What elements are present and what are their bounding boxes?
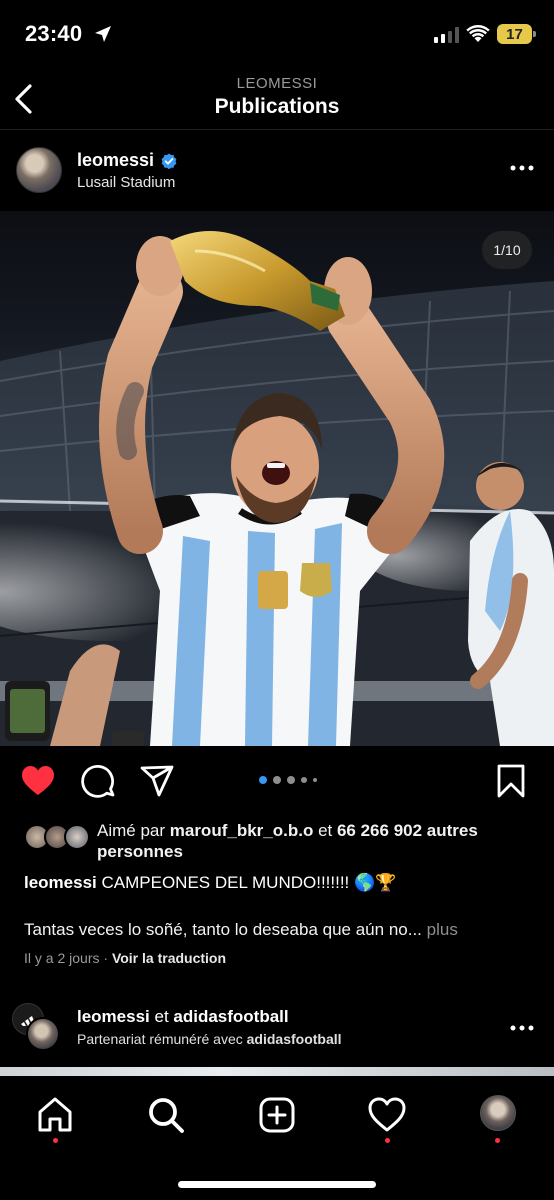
collab-user-2[interactable]: adidasfootball (173, 1007, 288, 1026)
partnership-prefix: Partenariat rémunéré avec (77, 1031, 247, 1047)
more-link[interactable]: plus (427, 920, 458, 939)
avatar[interactable] (16, 147, 62, 193)
battery-icon: 17 (497, 24, 536, 44)
avatar[interactable] (26, 1017, 60, 1051)
likes-prefix: Aimé par (97, 821, 170, 840)
battery-level: 17 (506, 25, 523, 43)
bookmark-icon[interactable] (493, 763, 529, 799)
more-options-icon[interactable] (510, 163, 534, 173)
partnership-brand[interactable]: adidasfootball (247, 1031, 342, 1047)
paid-partnership-label: Partenariat rémunéré avec adidasfootball (77, 1031, 342, 1047)
trophy-celebration-photo (0, 231, 554, 746)
comment-icon[interactable] (80, 763, 116, 799)
home-icon[interactable] (35, 1095, 75, 1135)
verified-badge-icon (161, 153, 177, 169)
post-caption-continued: Tantas veces lo soñé, tanto lo deseaba q… (24, 919, 534, 941)
status-bar: 23:40 17 (0, 0, 554, 66)
more-options-icon[interactable] (510, 1023, 534, 1033)
likes-row[interactable]: Aimé par marouf_bkr_o.b.o et 66 266 902 … (0, 818, 554, 862)
profile-notification-dot (495, 1138, 500, 1143)
liker-username[interactable]: marouf_bkr_o.b.o (170, 821, 314, 840)
post-header: leomessi Lusail Stadium (0, 131, 554, 211)
page-header: LEOMESSI Publications (0, 66, 554, 130)
caption-line: Tantas veces lo soñé, tanto lo deseaba q… (24, 920, 422, 939)
likes-middle: et (313, 821, 337, 840)
liker-avatars (24, 824, 90, 850)
heart-icon[interactable] (367, 1095, 407, 1135)
collab-connector: et (149, 1007, 174, 1026)
header-username: LEOMESSI (236, 75, 318, 92)
post-caption: leomessi CAMPEONES DEL MUNDO!!!!!!! 🌎🏆 (24, 872, 534, 894)
activity-notification-dot (385, 1138, 390, 1143)
wifi-icon (466, 25, 490, 42)
translate-link[interactable]: Voir la traduction (112, 950, 226, 966)
carousel-indicator (259, 776, 317, 784)
post-username[interactable]: leomessi (77, 150, 154, 171)
create-icon[interactable] (257, 1095, 297, 1135)
avatar (64, 824, 90, 850)
home-indicator (178, 1181, 376, 1188)
signal-icon (434, 27, 459, 43)
meta-separator: · (103, 950, 109, 966)
location-arrow-icon (95, 26, 111, 42)
next-post-image-edge (0, 1067, 554, 1076)
caption-username[interactable]: leomessi (24, 873, 97, 892)
post-meta: Il y a 2 jours · Voir la traduction (24, 950, 226, 966)
collab-usernames[interactable]: leomessi et adidasfootball (77, 1007, 289, 1027)
share-icon[interactable] (139, 763, 175, 799)
page-title: Publications (214, 95, 340, 118)
likes-text: Aimé par marouf_bkr_o.b.o et 66 266 902 … (97, 820, 537, 862)
post-timestamp: Il y a 2 jours (24, 950, 100, 966)
caption-text: CAMPEONES DEL MUNDO!!!!!!! 🌎🏆 (96, 873, 397, 892)
heart-filled-icon[interactable] (20, 763, 56, 799)
status-time: 23:40 (25, 21, 83, 46)
home-notification-dot (53, 1138, 58, 1143)
collab-user-1[interactable]: leomessi (77, 1007, 150, 1026)
profile-avatar[interactable] (480, 1095, 516, 1131)
next-post-header: leomessi et adidasfootball Partenariat r… (0, 995, 554, 1067)
post-location[interactable]: Lusail Stadium (77, 174, 175, 191)
post-image[interactable]: 1/10 (0, 211, 554, 746)
media-counter: 1/10 (482, 231, 532, 269)
search-icon[interactable] (146, 1095, 186, 1135)
post-actions (0, 746, 554, 816)
